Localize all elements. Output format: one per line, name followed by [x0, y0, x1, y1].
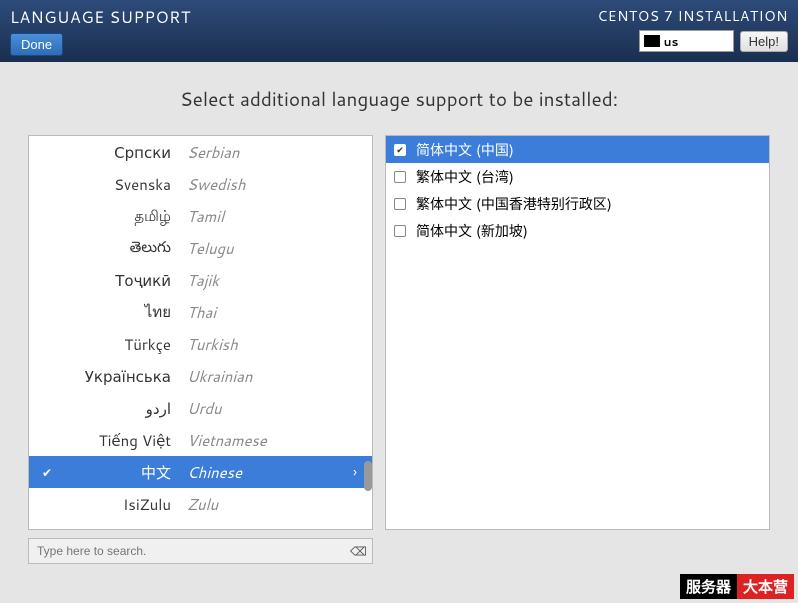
language-row[interactable]: اردوUrdu	[29, 392, 372, 424]
language-row[interactable]: СрпскиSerbian	[29, 136, 372, 168]
language-native-label: 中文	[57, 462, 187, 483]
top-bar: LANGUAGE SUPPORT Done CENTOS 7 INSTALLAT…	[0, 0, 798, 62]
language-row[interactable]: Tiếng ViệtVietnamese	[29, 424, 372, 456]
chevron-right-icon: ›	[346, 462, 364, 482]
language-row[interactable]: SvenskaSwedish	[29, 168, 372, 200]
language-english-label: Serbian	[187, 142, 346, 163]
language-english-label: Swedish	[187, 174, 346, 195]
locale-list-panel: ✔ 简体中文 (中国) 繁体中文 (台湾) 繁体中文 (中国香港特别行政区) 简体中文 …	[385, 135, 770, 530]
language-row[interactable]: IsiZuluZulu	[29, 488, 372, 520]
locale-label: 繁体中文 (台湾)	[416, 167, 514, 187]
language-native-label: Türkçe	[57, 334, 187, 355]
language-native-label: Svenska	[57, 174, 187, 195]
language-row[interactable]: ТоҷикӣTajik	[29, 264, 372, 296]
watermark-right: 大本营	[737, 574, 794, 599]
language-row[interactable]: УкраїнськаUkrainian	[29, 360, 372, 392]
language-english-label: Tamil	[187, 206, 346, 227]
language-english-label: Zulu	[187, 494, 346, 515]
locale-row[interactable]: 简体中文 (新加坡)	[386, 217, 769, 244]
keyboard-layout-label: us	[664, 33, 679, 50]
language-row[interactable]: ✔中文Chinese›	[29, 456, 372, 488]
language-english-label: Tajik	[187, 270, 346, 291]
language-native-label: Tiếng Việt	[57, 430, 187, 451]
page-title: LANGUAGE SUPPORT	[10, 6, 191, 29]
locale-checkbox[interactable]: ✔	[394, 144, 406, 156]
keyboard-layout-indicator[interactable]: us	[639, 30, 734, 52]
language-native-label: தமிழ்	[57, 205, 187, 227]
language-row[interactable]: தமிழ்Tamil	[29, 200, 372, 232]
keyboard-icon	[644, 35, 660, 47]
watermark: 服务器 大本营	[680, 574, 794, 599]
language-english-label: Thai	[187, 302, 346, 323]
language-native-label: IsiZulu	[57, 494, 187, 515]
clear-search-icon[interactable]: ⌫	[350, 543, 367, 560]
locale-checkbox[interactable]	[394, 171, 406, 183]
language-native-label: తెలుగు	[57, 236, 187, 260]
watermark-left: 服务器	[680, 574, 737, 599]
language-native-label: Українська	[57, 366, 187, 387]
help-button[interactable]: Help!	[740, 31, 788, 52]
language-english-label: Turkish	[187, 334, 346, 355]
locale-checkbox[interactable]	[394, 198, 406, 210]
language-english-label: Urdu	[187, 398, 346, 419]
language-row[interactable]: TürkçeTurkish	[29, 328, 372, 360]
language-native-label: اردو	[57, 398, 187, 419]
locale-label: 繁体中文 (中国香港特别行政区)	[416, 194, 612, 214]
done-button[interactable]: Done	[10, 33, 63, 56]
language-row[interactable]: ไทยThai	[29, 296, 372, 328]
install-title: CENTOS 7 INSTALLATION	[597, 6, 788, 26]
language-row[interactable]: తెలుగుTelugu	[29, 232, 372, 264]
search-input[interactable]	[28, 538, 373, 564]
language-english-label: Ukrainian	[187, 366, 346, 387]
locale-row[interactable]: 繁体中文 (中国香港特别行政区)	[386, 190, 769, 217]
language-english-label: Vietnamese	[187, 430, 346, 451]
language-english-label: Chinese	[187, 462, 346, 483]
locale-label: 简体中文 (中国)	[416, 140, 514, 160]
locale-checkbox[interactable]	[394, 225, 406, 237]
language-native-label: ไทย	[57, 300, 187, 324]
scrollbar-thumb[interactable]	[364, 461, 372, 491]
locale-row[interactable]: 繁体中文 (台湾)	[386, 163, 769, 190]
language-native-label: Тоҷикӣ	[57, 270, 187, 291]
check-icon: ✔	[37, 464, 57, 481]
instruction-text: Select additional language support to be…	[28, 86, 770, 113]
language-english-label: Telugu	[187, 238, 346, 259]
locale-row[interactable]: ✔ 简体中文 (中国)	[386, 136, 769, 163]
locale-label: 简体中文 (新加坡)	[416, 221, 528, 241]
language-native-label: Српски	[57, 142, 187, 163]
language-list-panel: СрпскиSerbianSvenskaSwedishதமிழ்Tamilతెల…	[28, 135, 373, 530]
